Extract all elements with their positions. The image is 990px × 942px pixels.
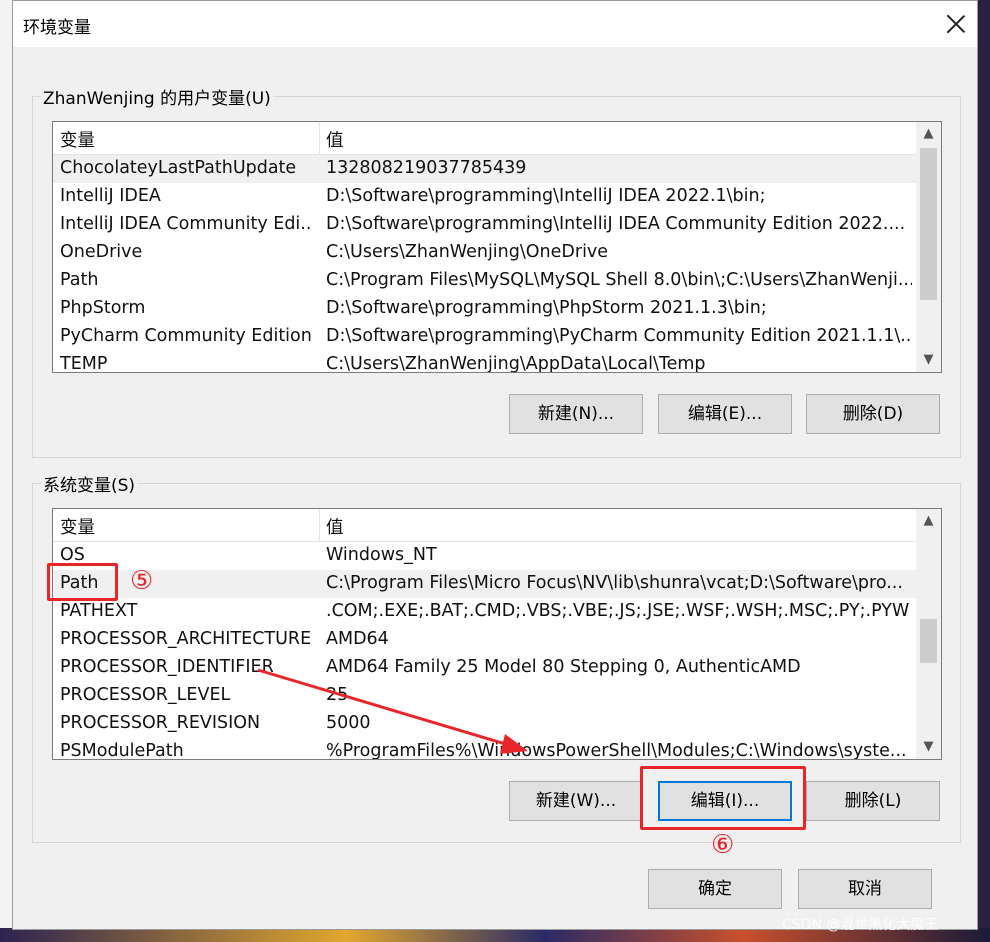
scroll-up-arrow-icon[interactable]: ▲ xyxy=(916,122,941,146)
cell-variable-value: .COM;.EXE;.BAT;.CMD;.VBS;.VBE;.JS;.JSE;.… xyxy=(326,601,910,621)
cell-variable-value: 132808219037785439 xyxy=(326,158,527,178)
system-variables-list[interactable]: 变量 值 OS Windows_NT Path C:\Program Files… xyxy=(52,508,942,760)
table-row[interactable]: PROCESSOR_REVISION 5000 xyxy=(53,710,916,738)
title-bar: 环境变量 xyxy=(13,1,977,47)
scroll-up-arrow-icon[interactable]: ▲ xyxy=(916,509,941,533)
table-row[interactable]: TEMP C:\Users\ZhanWenjing\AppData\Local\… xyxy=(53,351,916,373)
cell-variable-value: D:\Software\programming\PyCharm Communit… xyxy=(326,326,912,346)
watermark: CSDN @混世黑化大魔王 xyxy=(782,917,939,933)
cell-variable-name: PROCESSOR_REVISION xyxy=(60,713,261,733)
cancel-button[interactable]: 取消 xyxy=(798,869,932,909)
user-variables-label: ZhanWenjing 的用户变量(U) xyxy=(41,84,273,109)
cell-variable-value: C:\Program Files\MySQL\MySQL Shell 8.0\b… xyxy=(326,270,912,290)
cell-variable-name: IntelliJ IDEA xyxy=(60,186,161,206)
annotation-step-6: ⑥ xyxy=(711,830,735,860)
table-row[interactable]: OS Windows_NT xyxy=(53,542,916,570)
scroll-down-arrow-icon[interactable]: ▼ xyxy=(916,735,941,759)
cell-variable-value: D:\Software\programming\PhpStorm 2021.1.… xyxy=(326,298,767,318)
cell-variable-name: OneDrive xyxy=(60,242,143,262)
cell-variable-name: PROCESSOR_IDENTIFIER xyxy=(60,657,274,677)
close-button[interactable] xyxy=(941,9,971,39)
annotation-highlight-path-row xyxy=(47,563,118,601)
table-row[interactable]: PATHEXT .COM;.EXE;.BAT;.CMD;.VBS;.VBE;.J… xyxy=(53,598,916,626)
system-variables-label: 系统变量(S) xyxy=(41,471,138,496)
ok-button[interactable]: 确定 xyxy=(648,869,782,909)
user-new-button[interactable]: 新建(N)... xyxy=(509,394,643,434)
cell-variable-name: Path xyxy=(60,270,99,290)
cell-variable-name: IntelliJ IDEA Community Edi... xyxy=(60,214,312,234)
scrollbar-thumb[interactable] xyxy=(920,619,937,663)
table-row[interactable]: OneDrive C:\Users\ZhanWenjing\OneDrive xyxy=(53,239,916,267)
table-row[interactable]: IntelliJ IDEA Community Edi... D:\Softwa… xyxy=(53,211,916,239)
system-new-button[interactable]: 新建(W)... xyxy=(509,781,643,821)
list-header: 变量 值 xyxy=(53,509,916,542)
system-variables-group: 系统变量(S) 变量 值 OS Windows_NT Path C:\Progr… xyxy=(32,471,961,843)
cell-variable-name: PSModulePath xyxy=(60,741,184,760)
column-header-value[interactable]: 值 xyxy=(326,514,912,539)
system-delete-button[interactable]: 删除(L) xyxy=(806,781,940,821)
column-header-name[interactable]: 变量 xyxy=(60,514,312,539)
cell-variable-value: C:\Program Files\Micro Focus\NV\lib\shun… xyxy=(326,573,903,593)
user-variables-list[interactable]: 变量 值 ChocolateyLastPathUpdate 1328082190… xyxy=(52,121,942,373)
table-row[interactable]: PROCESSOR_LEVEL 25 xyxy=(53,682,916,710)
cell-variable-value: AMD64 xyxy=(326,629,389,649)
table-row[interactable]: IntelliJ IDEA D:\Software\programming\In… xyxy=(53,183,916,211)
environment-variables-dialog: 环境变量 ZhanWenjing 的用户变量(U) 变量 值 Chocolate… xyxy=(12,0,978,930)
user-variables-group: ZhanWenjing 的用户变量(U) 变量 值 ChocolateyLast… xyxy=(32,84,961,458)
cell-variable-value: 5000 xyxy=(326,713,371,733)
cell-variable-name: OS xyxy=(60,545,85,565)
table-row[interactable]: PROCESSOR_IDENTIFIER AMD64 Family 25 Mod… xyxy=(53,654,916,682)
user-edit-button[interactable]: 编辑(E)... xyxy=(658,394,792,434)
column-separator[interactable] xyxy=(319,122,320,154)
cell-variable-value: 25 xyxy=(326,685,349,705)
table-row[interactable]: PhpStorm D:\Software\programming\PhpStor… xyxy=(53,295,916,323)
column-header-value[interactable]: 值 xyxy=(326,127,912,152)
scroll-down-arrow-icon[interactable]: ▼ xyxy=(916,348,941,372)
table-row-path-selected[interactable]: Path C:\Program Files\Micro Focus\NV\lib… xyxy=(53,570,916,598)
table-row[interactable]: PyCharm Community Edition D:\Software\pr… xyxy=(53,323,916,351)
cell-variable-value: AMD64 Family 25 Model 80 Stepping 0, Aut… xyxy=(326,657,801,677)
dialog-body: ZhanWenjing 的用户变量(U) 变量 值 ChocolateyLast… xyxy=(13,47,977,929)
list-header: 变量 值 xyxy=(53,122,916,155)
table-row[interactable]: PROCESSOR_ARCHITECTURE AMD64 xyxy=(53,626,916,654)
cell-variable-value: C:\Users\ZhanWenjing\AppData\Local\Temp xyxy=(326,354,706,373)
cell-variable-value: %ProgramFiles%\WindowsPowerShell\Modules… xyxy=(326,741,907,760)
scrollbar-thumb[interactable] xyxy=(920,148,937,300)
cell-variable-value: D:\Software\programming\IntelliJ IDEA 20… xyxy=(326,186,766,206)
cell-variable-name: PATHEXT xyxy=(60,601,138,621)
column-separator[interactable] xyxy=(319,509,320,541)
table-row[interactable]: PSModulePath %ProgramFiles%\WindowsPower… xyxy=(53,738,916,760)
desktop-background-right xyxy=(978,0,990,942)
column-header-name[interactable]: 变量 xyxy=(60,127,312,152)
cell-variable-name: PyCharm Community Edition xyxy=(60,326,312,346)
cell-variable-name: PROCESSOR_ARCHITECTURE xyxy=(60,629,312,649)
cell-variable-value: C:\Users\ZhanWenjing\OneDrive xyxy=(326,242,609,262)
cell-variable-name: ChocolateyLastPathUpdate xyxy=(60,158,297,178)
cell-variable-name: TEMP xyxy=(60,354,108,373)
user-delete-button[interactable]: 删除(D) xyxy=(806,394,940,434)
annotation-highlight-edit-button xyxy=(640,766,806,830)
vertical-scrollbar[interactable]: ▲ ▼ xyxy=(916,509,941,759)
cell-variable-value: D:\Software\programming\IntelliJ IDEA Co… xyxy=(326,214,906,234)
cell-variable-value: Windows_NT xyxy=(326,545,437,565)
dialog-title: 环境变量 xyxy=(23,18,91,38)
annotation-step-5: ⑤ xyxy=(130,566,154,596)
cell-variable-name: PROCESSOR_LEVEL xyxy=(60,685,231,705)
table-row[interactable]: Path C:\Program Files\MySQL\MySQL Shell … xyxy=(53,267,916,295)
desktop-background-left xyxy=(0,0,12,942)
table-row[interactable]: ChocolateyLastPathUpdate 132808219037785… xyxy=(53,155,916,183)
cell-variable-name: PhpStorm xyxy=(60,298,146,318)
vertical-scrollbar[interactable]: ▲ ▼ xyxy=(916,122,941,372)
